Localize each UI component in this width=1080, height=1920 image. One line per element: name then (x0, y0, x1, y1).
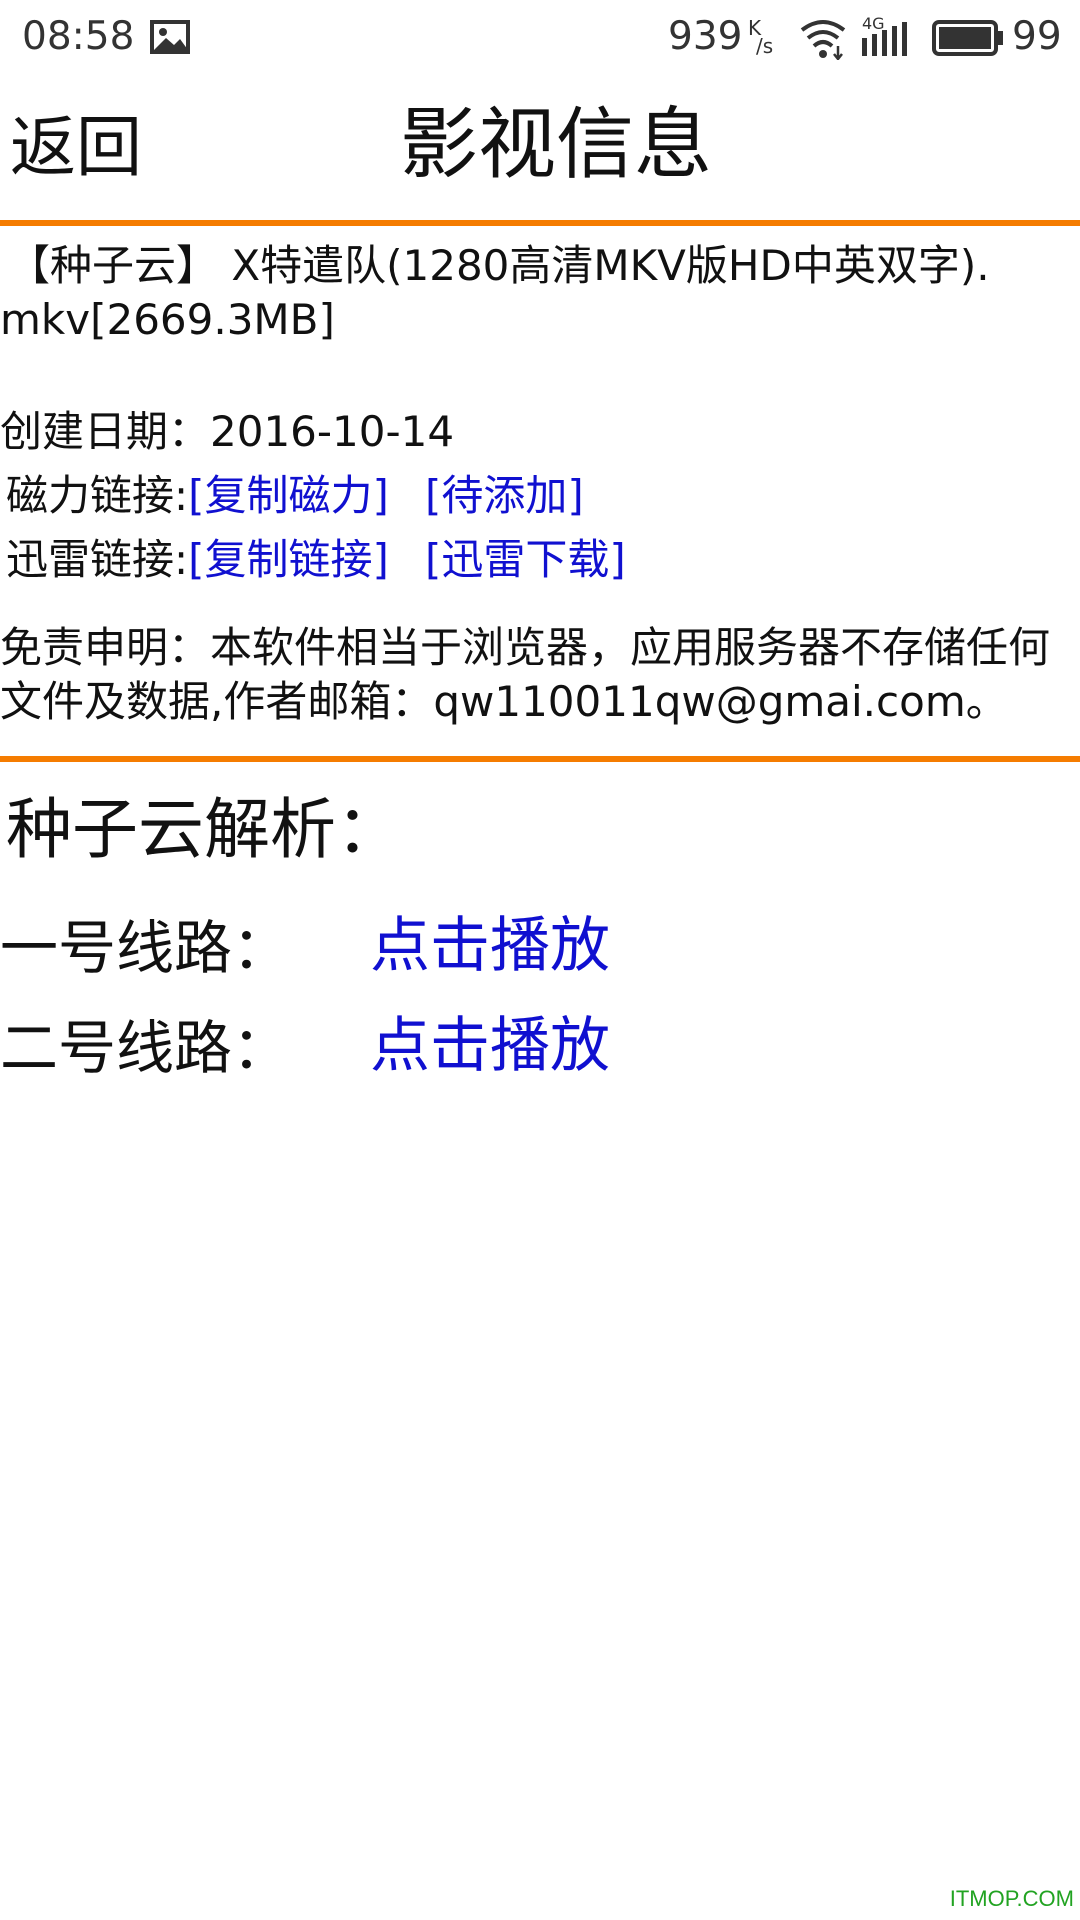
file-title-line-1: 【种子云】 X特遣队(1280高清MKV版HD中英双字). (8, 241, 990, 290)
thunder-download-link[interactable]: [迅雷下载] (425, 535, 626, 584)
parse-heading: 种子云解析： (6, 791, 402, 868)
status-time: 08:58 (22, 14, 135, 59)
file-title-line-2: mkv[2669.3MB] (0, 295, 335, 344)
copy-link-link[interactable]: [复制链接] (188, 535, 389, 584)
status-bar: 08:58 939 K /s 4G 99 (0, 0, 1080, 76)
route-row-2: 二号线路： (0, 1008, 290, 1088)
image-icon (150, 20, 190, 58)
signal-icon (862, 22, 920, 60)
battery-icon (932, 20, 1004, 60)
header-divider (0, 220, 1080, 226)
route-label-2: 二号线路： (0, 1014, 291, 1082)
magnet-label: 磁力链接: (6, 471, 189, 520)
play-button-route-2[interactable]: 点击播放 (370, 1008, 610, 1084)
copy-magnet-link[interactable]: [复制磁力] (188, 471, 389, 520)
thunder-row: 迅雷链接:[复制链接] [迅雷下载] (6, 534, 626, 586)
battery-level: 99 (1012, 14, 1062, 59)
created-date-row: 创建日期：2016-10-14 (0, 406, 454, 458)
watermark: ITMOP.COM (949, 1886, 1074, 1911)
route-row-1: 一号线路： (0, 908, 290, 988)
play-button-route-1[interactable]: 点击播放 (370, 908, 610, 984)
net-speed: 939 (668, 14, 743, 59)
route-label-1: 一号线路： (0, 914, 291, 982)
magnet-row: 磁力链接:[复制磁力] [待添加] (6, 470, 584, 522)
section-divider (0, 756, 1080, 762)
created-date-label: 创建日期： (0, 407, 211, 456)
disclaimer-line-1: 免责申明：本软件相当于浏览器，应用服务器不存储任何 (0, 623, 1051, 672)
wifi-icon (798, 16, 848, 64)
created-date-value: 2016-10-14 (210, 407, 455, 456)
pending-add-link[interactable]: [待添加] (425, 471, 584, 520)
thunder-label: 迅雷链接: (6, 535, 189, 584)
back-button[interactable]: 返回 (10, 104, 142, 192)
page-title: 影视信息 (400, 100, 713, 190)
disclaimer-line-2: 文件及数据,作者邮箱：qw110011qw@gmai.com。 (0, 677, 1008, 726)
net-unit-bottom: /s (756, 34, 774, 58)
